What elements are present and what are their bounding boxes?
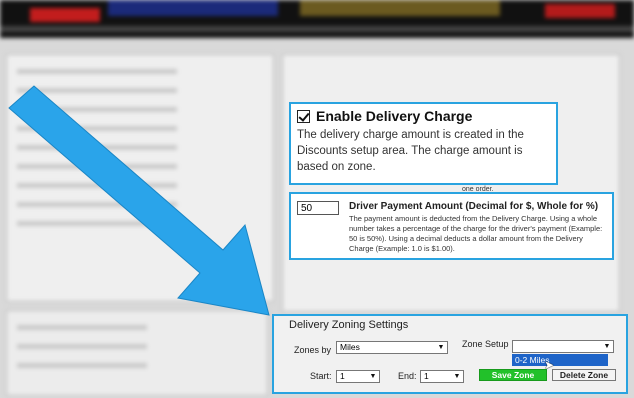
pointer-arrow-icon: [8, 85, 270, 316]
arrow-shape: [8, 85, 270, 316]
